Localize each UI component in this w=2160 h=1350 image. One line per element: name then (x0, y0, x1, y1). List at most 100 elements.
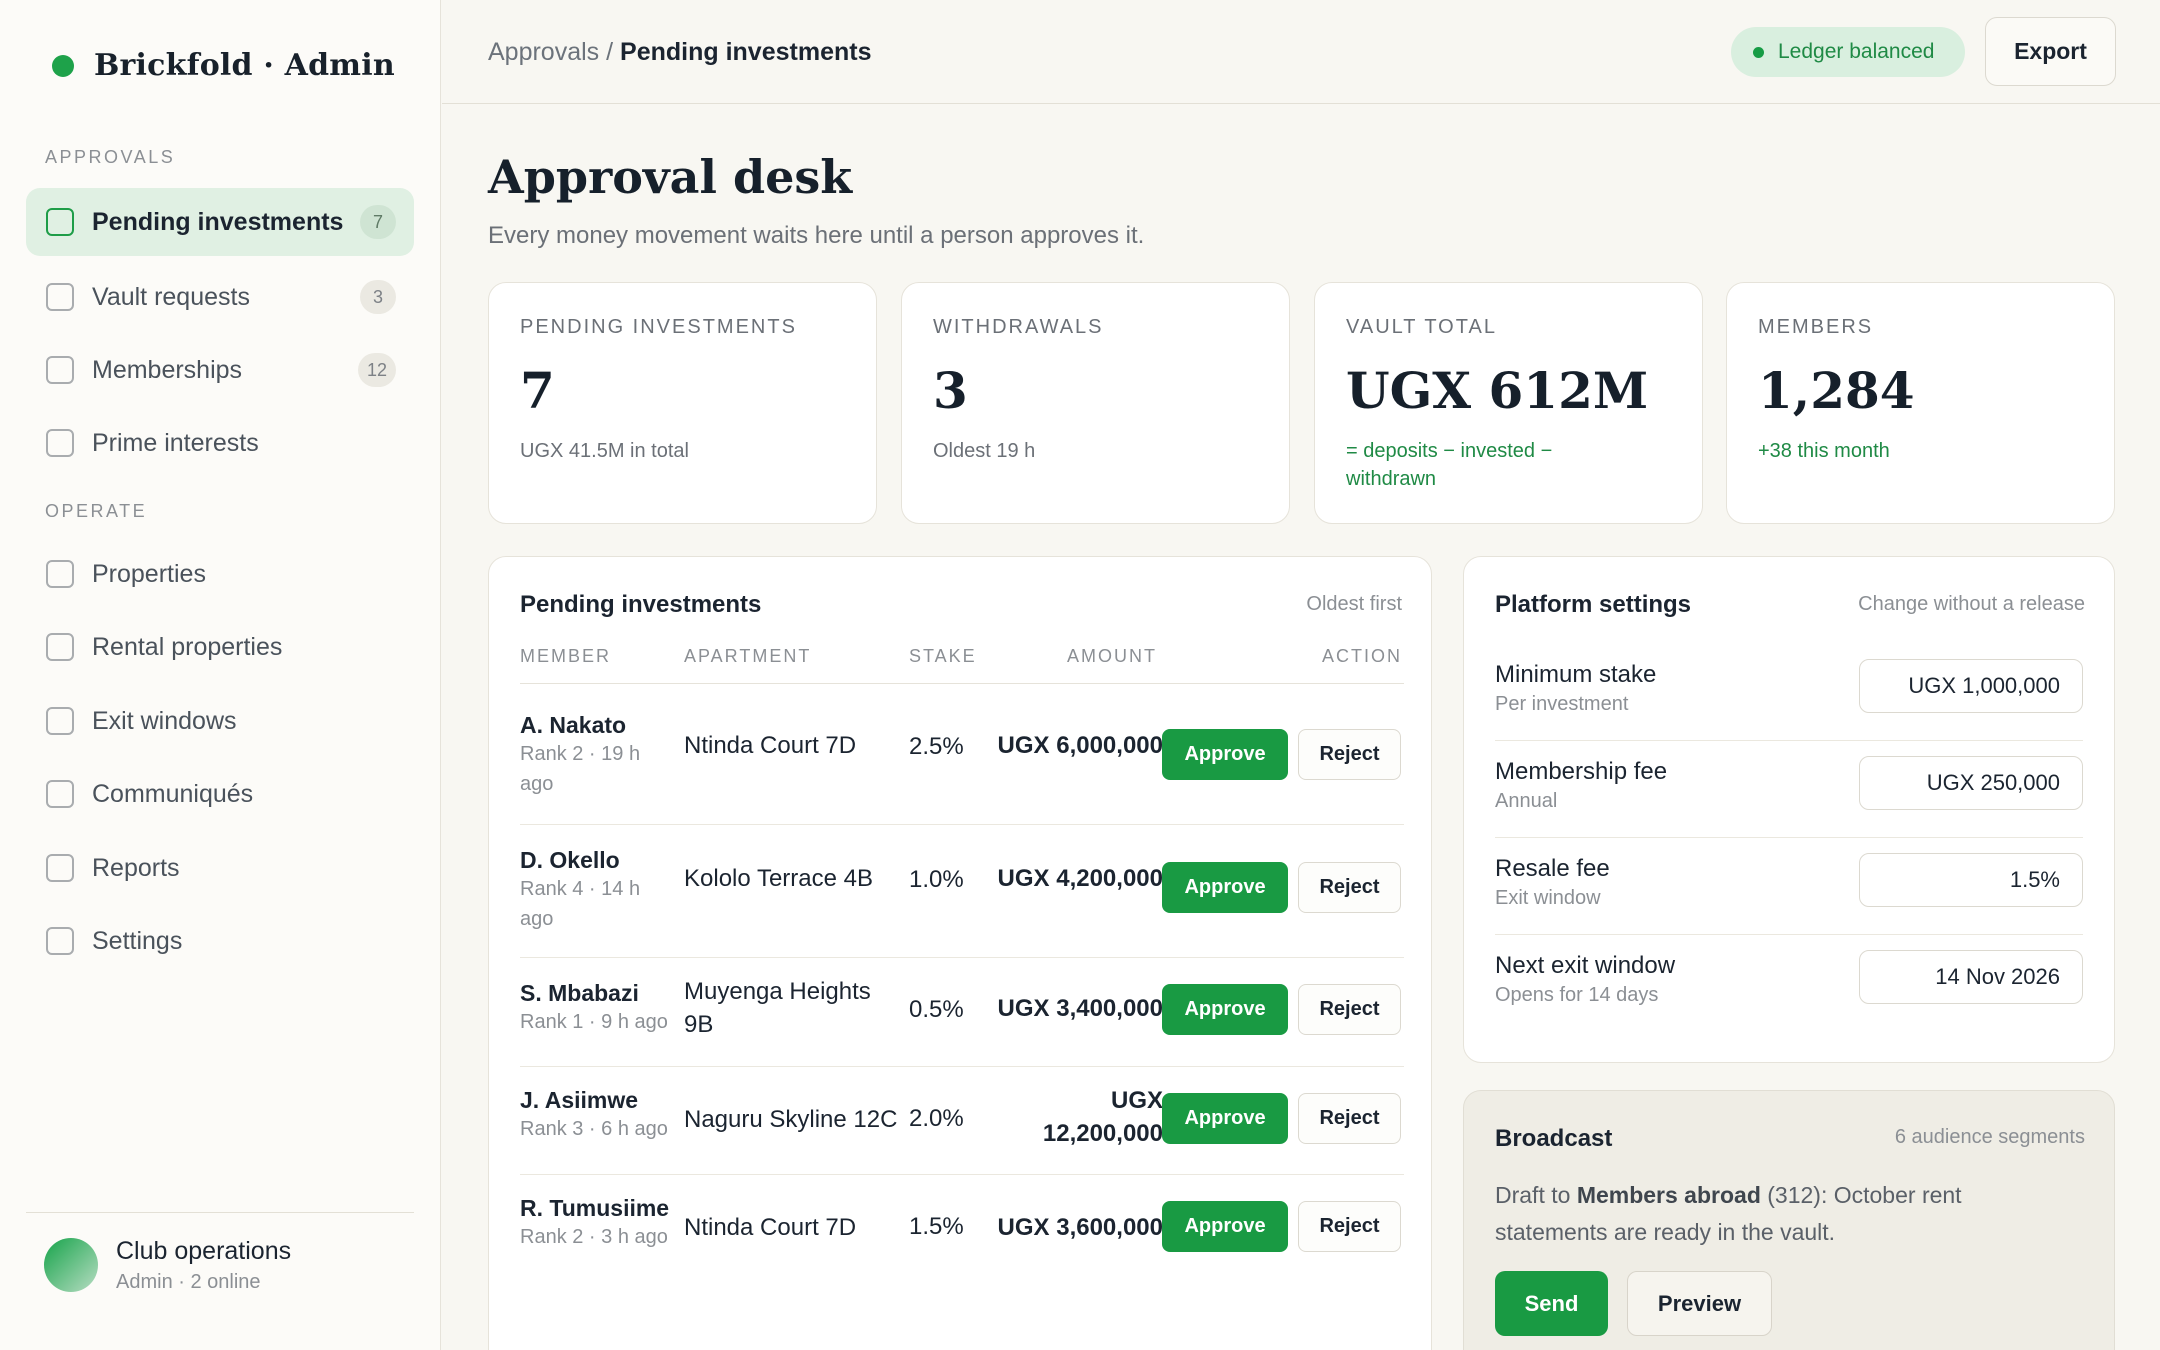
minimum-stake-input[interactable] (1859, 659, 2083, 713)
sidebar-item-exit-windows[interactable]: Exit windows (26, 687, 414, 755)
approve-button[interactable]: Approve (1162, 984, 1288, 1035)
sidebar-item-label: Communiqués (92, 779, 254, 808)
stat-value: 3 (933, 361, 968, 420)
approve-button[interactable]: Approve (1162, 862, 1288, 913)
column-header-apartment: APARTMENT (684, 646, 812, 666)
table-row: J. Asiimwe Rank 3 · 6 h ago Naguru Skyli… (489, 1067, 1433, 1174)
member-name: R. Tumusiime (520, 1195, 670, 1221)
member-meta: Rank 3 · 6 h ago (520, 1118, 668, 1140)
brand-name: Brickfold · Admin (94, 48, 395, 83)
member-name: S. Mbabazi (520, 980, 639, 1006)
breadcrumb-separator: / (606, 38, 614, 66)
checkbox-icon (46, 560, 74, 588)
panel-title: Pending investments (520, 591, 762, 618)
brand[interactable]: Brickfold · Admin (52, 48, 395, 83)
amount: UGX 6,000,000 (997, 732, 1163, 759)
apartment: Muyenga Heights 9B (684, 978, 871, 1038)
stat-note: Oldest 19 h (933, 440, 1036, 462)
sidebar-item-settings[interactable]: Settings (26, 907, 414, 975)
resale-fee-input[interactable] (1859, 853, 2083, 907)
checkbox-icon (46, 633, 74, 661)
pending-investments-panel: Pending investments Oldest first MEMBER … (488, 556, 1432, 1350)
draft-prefix: Draft to (1495, 1182, 1577, 1208)
setting-resale-fee: Resale fee Exit window (1464, 853, 2114, 951)
sidebar-item-rental-properties[interactable]: Rental properties (26, 613, 414, 681)
checkbox-icon (46, 927, 74, 955)
reject-button[interactable]: Reject (1298, 984, 1401, 1035)
sidebar-item-pending-investments[interactable]: Pending investments 7 (26, 188, 414, 256)
stat-note: = deposits − invested − withdrawn (1346, 440, 1553, 490)
sidebar-item-reports[interactable]: Reports (26, 834, 414, 902)
apartment: Ntinda Court 7D (684, 732, 857, 759)
sidebar-item-label: Rental properties (92, 632, 283, 661)
sidebar-item-memberships[interactable]: Memberships 12 (26, 336, 414, 404)
setting-divider (1495, 740, 2083, 741)
status-badge: Ledger balanced (1731, 27, 1965, 77)
setting-divider (1495, 837, 2083, 838)
sidebar: Brickfold · Admin APPROVALS Pending inve… (0, 0, 441, 1350)
setting-sub: Opens for 14 days (1495, 984, 1659, 1006)
sidebar-item-prime-interests[interactable]: Prime interests (26, 409, 414, 477)
status-dot-icon (1753, 46, 1764, 58)
member-meta: Rank 1 · 9 h ago (520, 1011, 668, 1033)
sidebar-item-communiques[interactable]: Communiqués (26, 760, 414, 828)
reject-button[interactable]: Reject (1298, 1201, 1401, 1252)
reject-button[interactable]: Reject (1298, 729, 1401, 780)
member-name: J. Asiimwe (520, 1087, 639, 1113)
stat-label: MEMBERS (1758, 316, 1874, 338)
topbar: Approvals / Pending investments Ledger b… (442, 0, 2160, 104)
sidebar-item-vault-requests[interactable]: Vault requests 3 (26, 263, 414, 331)
setting-next-exit-window: Next exit window Opens for 14 days (1464, 950, 2114, 1048)
sidebar-item-properties[interactable]: Properties (26, 540, 414, 608)
status-text: Ledger balanced (1778, 40, 1935, 63)
breadcrumb-parent[interactable]: Approvals (488, 38, 599, 66)
stat-card-vault-total: VAULT TOTAL UGX 612M = deposits − invest… (1314, 282, 1703, 524)
page-title: Approval desk (488, 150, 853, 204)
approve-button[interactable]: Approve (1162, 1201, 1288, 1252)
checkbox-icon (46, 208, 74, 236)
reject-button[interactable]: Reject (1298, 862, 1401, 913)
sidebar-item-label: Reports (92, 853, 180, 882)
checkbox-icon (46, 429, 74, 457)
setting-minimum-stake: Minimum stake Per investment (1464, 659, 2114, 757)
apartment: Kololo Terrace 4B (684, 865, 873, 892)
platform-settings-panel: Platform settings Change without a relea… (1463, 556, 2115, 1063)
reject-button[interactable]: Reject (1298, 1093, 1401, 1144)
setting-sub: Annual (1495, 790, 1558, 812)
member-meta: Rank 4 · 14 h ago (520, 878, 641, 930)
brand-dot-icon (52, 54, 74, 77)
count-badge: 3 (360, 280, 396, 314)
setting-label: Minimum stake (1495, 661, 1657, 688)
table-row: R. Tumusiime Rank 2 · 3 h ago Ntinda Cou… (489, 1175, 1433, 1283)
setting-membership-fee: Membership fee Annual (1464, 756, 2114, 854)
sidebar-divider (26, 1212, 414, 1213)
setting-sub: Exit window (1495, 887, 1601, 909)
next-exit-window-input[interactable] (1859, 950, 2083, 1004)
send-button[interactable]: Send (1495, 1271, 1608, 1336)
column-header-member: MEMBER (520, 646, 612, 666)
stat-card-members: MEMBERS 1,284 +38 this month (1726, 282, 2115, 524)
stat-label: WITHDRAWALS (933, 316, 1104, 338)
preview-button[interactable]: Preview (1627, 1271, 1772, 1336)
stat-card-withdrawals: WITHDRAWALS 3 Oldest 19 h (901, 282, 1290, 524)
sidebar-item-label: Settings (92, 926, 183, 955)
count-badge: 7 (360, 205, 396, 239)
panel-title: Broadcast (1495, 1125, 1613, 1152)
member-name: A. Nakato (520, 712, 627, 738)
checkbox-icon (46, 356, 74, 384)
checkbox-icon (46, 283, 74, 311)
export-button[interactable]: Export (1985, 17, 2116, 86)
column-header-stake: STAKE (909, 646, 977, 666)
membership-fee-input[interactable] (1859, 756, 2083, 810)
table-row: D. Okello Rank 4 · 14 h ago Kololo Terra… (489, 825, 1433, 958)
approve-button[interactable]: Approve (1162, 729, 1288, 780)
stat-value: 7 (520, 361, 555, 420)
amount: UGX 3,400,000 (997, 995, 1163, 1022)
avatar[interactable] (44, 1238, 98, 1292)
amount: UGX 3,600,000 (997, 1214, 1163, 1241)
page-subtitle: Every money movement waits here until a … (488, 222, 1145, 249)
broadcast-panel: Broadcast 6 audience segments Draft to M… (1463, 1090, 2115, 1350)
sort-label[interactable]: Oldest first (1306, 593, 1402, 616)
audience-segments[interactable]: 6 audience segments (1895, 1126, 2085, 1149)
approve-button[interactable]: Approve (1162, 1093, 1288, 1144)
